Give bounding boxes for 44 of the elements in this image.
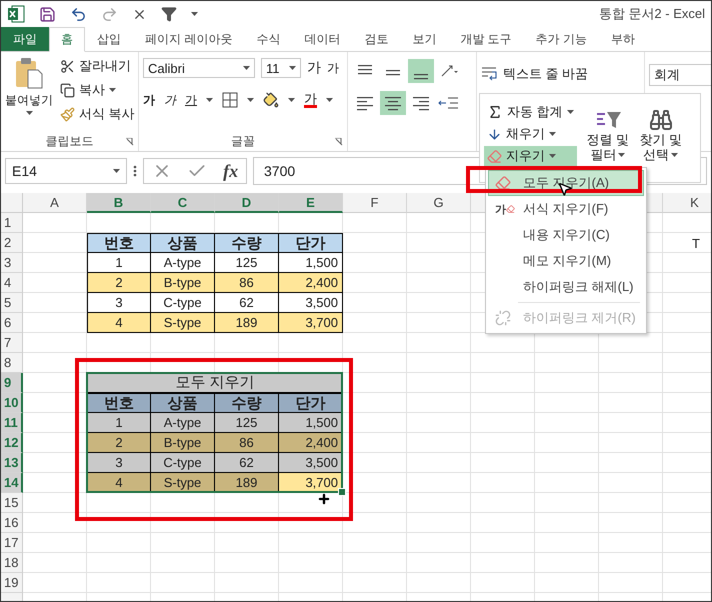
table-cell: 2 [87, 433, 151, 453]
format-glyph: 가 [495, 202, 506, 216]
table-cell: 3,500 [279, 293, 343, 313]
group-label: 클립보드 [46, 132, 94, 150]
header-cell: 단가 [279, 393, 343, 413]
header-cell: 상품 [151, 233, 215, 253]
table-cell: 2 [87, 273, 151, 293]
table-cell: B-type [151, 273, 215, 293]
table-cell: B-type [151, 433, 215, 453]
table-cell: 125 [215, 413, 279, 433]
header-cell: 번호 [87, 393, 151, 413]
table-cell: 1,500 [279, 253, 343, 273]
table-cell: A-type [151, 253, 215, 273]
table-cell: A-type [151, 413, 215, 433]
table-cell: 3 [87, 453, 151, 473]
table-cell: 189 [215, 473, 279, 493]
header-cell: 수량 [215, 393, 279, 413]
cell-text: T [691, 234, 701, 252]
header-cell: 상품 [151, 393, 215, 413]
table-cell: 62 [215, 453, 279, 473]
table-cell: S-type [151, 313, 215, 333]
table-cell: 1 [87, 413, 151, 433]
table-cell: 86 [215, 433, 279, 453]
table-cell: 2,400 [279, 273, 343, 293]
header-cell: 수량 [215, 233, 279, 253]
table-cell: 4 [87, 313, 151, 333]
table-cell: 2,400 [279, 433, 343, 453]
table-cell: 1 [87, 253, 151, 273]
table-cell: 3,500 [279, 453, 343, 473]
table-cell: 1,500 [279, 413, 343, 433]
table-cell: 125 [215, 253, 279, 273]
table-cell: 86 [215, 273, 279, 293]
table-cell: C-type [151, 293, 215, 313]
table-title: 모두 지우기 [87, 373, 343, 393]
table-cell: 62 [215, 293, 279, 313]
header-cell: 단가 [279, 233, 343, 253]
window-title: 통합 문서2 - Excel [598, 5, 705, 23]
group-label: 글꼴 [231, 132, 255, 150]
table-cell: C-type [151, 453, 215, 473]
header-cell: 번호 [87, 233, 151, 253]
table-cell: S-type [151, 473, 215, 493]
table-cell: 189 [215, 313, 279, 333]
table-cell: 3 [87, 293, 151, 313]
table-cell: 3,700 [279, 313, 343, 333]
